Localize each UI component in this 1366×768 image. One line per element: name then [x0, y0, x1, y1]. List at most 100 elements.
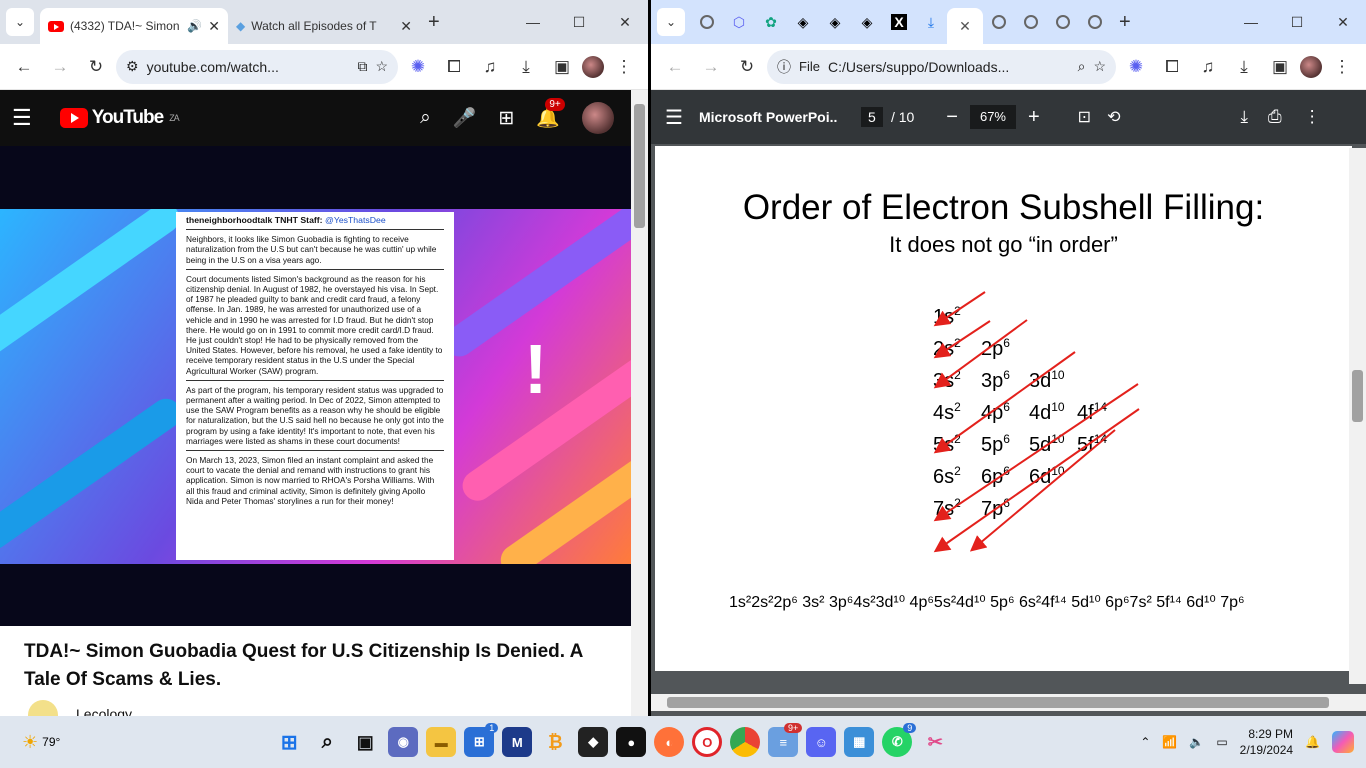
side-panel-icon[interactable]: ▣ [1264, 51, 1296, 83]
pdf-sidebar-menu-icon[interactable]: ☰ [665, 105, 683, 130]
zoom-out-icon[interactable]: − [946, 106, 958, 129]
zoom-level-input[interactable]: 67% [969, 105, 1016, 129]
tab-pinned-2[interactable]: ⬡ [723, 6, 755, 38]
files-app-icon[interactable]: ≡ 9+ [768, 723, 803, 757]
scrollbar-thumb[interactable] [634, 104, 645, 228]
minimize-icon[interactable]: — [1228, 14, 1274, 30]
tab-x[interactable]: X [883, 6, 915, 38]
maximize-icon[interactable]: ☐ [556, 14, 602, 31]
site-info-icon[interactable]: ⚙ [126, 58, 139, 75]
scrollbar-thumb[interactable] [667, 697, 1329, 708]
scrollbar-thumb[interactable] [1352, 370, 1363, 422]
microphone-icon[interactable]: 🎤 [453, 106, 477, 130]
extension-icon[interactable]: ✺ [402, 51, 434, 83]
close-window-icon[interactable]: ✕ [602, 14, 648, 31]
tab-search-dropdown[interactable]: ⌄ [6, 8, 34, 36]
close-window-icon[interactable]: ✕ [1320, 14, 1366, 31]
tab-pinned-6[interactable]: ◈ [851, 6, 883, 38]
wifi-icon[interactable]: 📶 [1162, 735, 1177, 749]
pdf-viewer[interactable]: Order of Electron Subshell Filling: It d… [651, 144, 1366, 716]
bookmark-star-icon[interactable]: ☆ [375, 58, 388, 75]
chrome-icon[interactable] [730, 727, 761, 757]
start-windows-icon[interactable]: ⊞ [274, 727, 304, 757]
forward-icon[interactable]: → [44, 51, 76, 83]
notification-bell-icon[interactable]: 🔔 [1305, 735, 1320, 749]
tab-search-dropdown[interactable]: ⌄ [657, 8, 685, 36]
weather-widget[interactable]: ☀ 79° [22, 732, 60, 753]
account-avatar[interactable] [582, 102, 614, 134]
photos-icon[interactable]: ▦ [844, 727, 875, 757]
puzzle-icon[interactable]: ⧠ [438, 51, 470, 83]
profile-avatar[interactable] [582, 55, 604, 78]
channel-name[interactable]: Lecology [76, 706, 132, 716]
firefox-icon[interactable]: ◐ [654, 727, 685, 757]
tab-youtube[interactable]: (4332) TDA!~ Simon 🔊 ✕ [40, 8, 228, 44]
address-bar[interactable]: ⓘ File C:/Users/suppo/Downloads... ⌕ ☆ [767, 49, 1116, 84]
discord-icon[interactable]: ☺ [806, 727, 837, 757]
pdf-download-icon[interactable]: ⤓ [1240, 107, 1248, 127]
cast-icon[interactable]: ⧉ [357, 58, 367, 75]
reload-icon[interactable]: ↻ [731, 51, 763, 83]
page-scrollbar[interactable] [631, 90, 648, 716]
media-queue-icon[interactable]: ♫ [474, 51, 506, 83]
tab-pinned-8[interactable] [1015, 6, 1047, 38]
bitcoin-icon[interactable]: ₿ [540, 727, 570, 757]
speaker-icon[interactable]: 🔊 [187, 19, 202, 33]
snipping-tool-icon[interactable]: ✂ [920, 727, 950, 757]
zoom-search-icon[interactable]: ⌕ [1078, 58, 1086, 75]
tab-pinned-4[interactable]: ◈ [787, 6, 819, 38]
minimize-icon[interactable]: — [510, 14, 556, 30]
tab-pinned-10[interactable] [1079, 6, 1111, 38]
profile-avatar[interactable] [1300, 55, 1322, 78]
pdf-scrollbar[interactable] [1349, 148, 1366, 684]
youtube-logo[interactable]: YouTube ZA [59, 107, 180, 129]
reload-icon[interactable]: ↻ [80, 51, 112, 83]
pdf-horizontal-scrollbar[interactable] [651, 694, 1366, 711]
notifications-bell-icon[interactable]: 🔔 9+ [536, 98, 565, 130]
search-icon[interactable]: ⌕ [420, 107, 431, 129]
close-tab-icon[interactable]: ✕ [400, 18, 412, 35]
bookmark-star-icon[interactable]: ☆ [1093, 58, 1106, 75]
back-icon[interactable]: ← [8, 51, 40, 83]
pdf-more-icon[interactable]: ⋮ [1304, 107, 1321, 127]
copilot-icon[interactable] [1332, 731, 1354, 753]
maximize-icon[interactable]: ☐ [1274, 14, 1320, 31]
page-number-input[interactable]: 5 [860, 107, 883, 127]
tab-pinned-3[interactable]: ✿ [755, 6, 787, 38]
clock[interactable]: 8:29 PM 2/19/2024 [1240, 726, 1293, 758]
tab-pinned-9[interactable] [1047, 6, 1079, 38]
create-video-icon[interactable]: ⊞ [498, 107, 514, 130]
info-icon[interactable]: ⓘ [777, 57, 791, 77]
tray-overflow-icon[interactable]: ⌃ [1140, 735, 1150, 749]
tab-download[interactable]: ⤓ [915, 6, 947, 38]
zoom-in-icon[interactable]: + [1028, 106, 1040, 129]
tab-watch-episodes[interactable]: ◆ Watch all Episodes of T ✕ [228, 8, 420, 44]
new-tab-icon[interactable]: + [1119, 11, 1131, 34]
tab-pinned-5[interactable]: ◈ [819, 6, 851, 38]
opera-icon[interactable]: O [692, 727, 723, 757]
menu-kebab-icon[interactable]: ⋮ [608, 51, 640, 83]
new-tab-icon[interactable]: + [428, 11, 440, 34]
microsoft-store-icon[interactable]: ⊞ 1 [464, 723, 499, 757]
address-bar[interactable]: ⚙ youtube.com/watch... ⧉ ☆ [116, 49, 398, 84]
github-icon[interactable]: ● [616, 727, 647, 757]
close-tab-icon[interactable]: ✕ [959, 18, 971, 35]
side-panel-icon[interactable]: ▣ [546, 51, 578, 83]
print-icon[interactable]: ⎙ [1268, 107, 1282, 127]
tab-pinned-7[interactable] [983, 6, 1015, 38]
puzzle-icon[interactable]: ⧠ [1156, 51, 1188, 83]
forward-icon[interactable]: → [695, 51, 727, 83]
rotate-icon[interactable]: ⟲ [1107, 107, 1120, 127]
media-queue-icon[interactable]: ♫ [1192, 51, 1224, 83]
download-icon[interactable]: ⤓ [510, 51, 542, 83]
tab-pdf[interactable]: ✕ [947, 8, 983, 44]
close-tab-icon[interactable]: ✕ [208, 18, 220, 35]
battery-icon[interactable]: ▭ [1216, 735, 1227, 749]
app-icon[interactable]: M [502, 727, 533, 757]
whatsapp-icon[interactable]: ✆ 9 [882, 723, 917, 757]
hamburger-menu-icon[interactable]: ☰ [12, 105, 32, 131]
back-icon[interactable]: ← [659, 51, 691, 83]
volume-icon[interactable]: 🔈 [1189, 735, 1204, 749]
download-icon[interactable]: ⤓ [1228, 51, 1260, 83]
video-player[interactable]: ! theneighborhoodtalk TNHT Staff: @YesTh… [0, 146, 631, 626]
